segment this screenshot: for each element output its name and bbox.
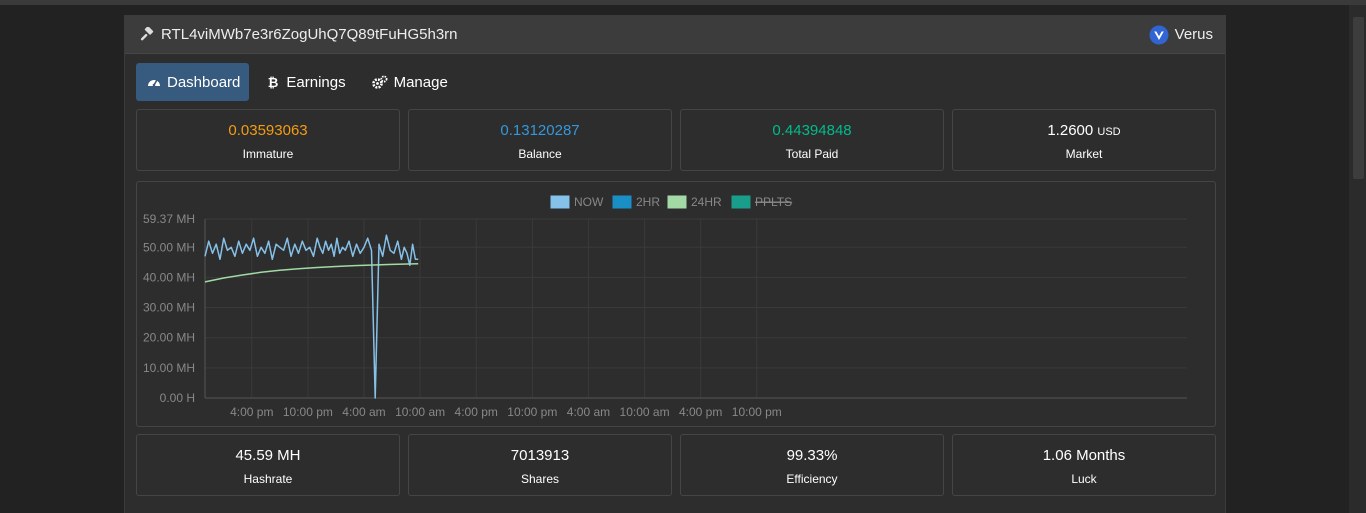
y-tick-label: 30.00 MH — [143, 301, 195, 315]
tab-earnings-label: Earnings — [286, 73, 346, 91]
coin-name-text: Verus — [1174, 26, 1213, 43]
stat-card-balance: 0.13120287 Balance — [408, 109, 672, 171]
stat-card-luck: 1.06 Months Luck — [952, 434, 1216, 496]
market-value: 1.2600 USD — [953, 122, 1215, 139]
legend-label-now: NOW — [574, 195, 604, 209]
scrollbar-thumb[interactable] — [1353, 17, 1364, 179]
balance-amount: 0.13120287 — [500, 122, 580, 139]
coin-name: Verus — [1149, 25, 1213, 45]
luck-label: Luck — [1071, 472, 1097, 486]
svg-text:₿: ₿ — [268, 76, 279, 89]
luck-value: 1.06 Months — [1042, 447, 1126, 464]
page-scrollbar[interactable] — [1349, 5, 1366, 513]
nav-tabs: Dashboard ₿ Earnings Manage — [136, 63, 463, 101]
y-tick-label: 40.00 MH — [143, 270, 195, 284]
y-tick-label: 20.00 MH — [143, 331, 195, 345]
total-paid-amount: 0.44394848 — [772, 122, 852, 139]
gavel-icon — [140, 26, 154, 40]
tab-manage[interactable]: Manage — [361, 63, 457, 101]
immature-amount: 0.03593063 — [228, 122, 308, 139]
total-paid-value: 0.44394848 — [681, 122, 943, 139]
legend-swatch-pplts — [731, 195, 751, 209]
x-tick-label: 4:00 am — [567, 405, 610, 419]
cogs-icon — [371, 75, 388, 89]
market-unit: USD — [1097, 126, 1121, 138]
bitcoin-icon: ₿ — [268, 76, 279, 89]
hashrate-chart-svg: 59.37 MH 50.00 MH 40.00 MH 30.00 MH 20.00 MH… — [143, 195, 1187, 419]
hashrate-value: 45.59 MH — [235, 447, 301, 464]
wallet-address: RTL4viMWb7e3r6ZogUhQ7Q89tFuHG5h3rn — [139, 26, 458, 43]
x-tick-label: 4:00 pm — [455, 405, 498, 419]
top-border — [0, 0, 1366, 5]
total-paid-label: Total Paid — [785, 147, 839, 161]
efficiency-value: 99.33% — [786, 447, 838, 464]
x-tick-label: 10:00 pm — [507, 405, 557, 419]
y-tick-label: 50.00 MH — [143, 240, 195, 254]
immature-value: 0.03593063 — [137, 122, 399, 139]
balance-value: 0.13120287 — [409, 122, 671, 139]
legend-swatch-24hr — [667, 195, 687, 209]
wallet-address-text: RTL4viMWb7e3r6ZogUhQ7Q89tFuHG5h3rn — [161, 26, 458, 43]
x-tick-label: 10:00 pm — [283, 405, 333, 419]
balance-label: Balance — [518, 147, 562, 161]
stat-card-immature: 0.03593063 Immature — [136, 109, 400, 171]
y-tick-label: 59.37 MH — [143, 212, 195, 226]
legend-label-24hr: 24HR — [691, 195, 722, 209]
series-line-now — [204, 234, 419, 399]
x-tick-label: 10:00 am — [620, 405, 670, 419]
y-tick-label: 10.00 MH — [143, 361, 195, 375]
market-amount: 1.2600 — [1047, 122, 1094, 139]
panel-header: RTL4viMWb7e3r6ZogUhQ7Q89tFuHG5h3rn Verus — [125, 16, 1225, 54]
tab-earnings[interactable]: ₿ Earnings — [255, 63, 354, 101]
tachometer-icon — [148, 79, 160, 87]
stat-card-total-paid: 0.44394848 Total Paid — [680, 109, 944, 171]
miner-panel: RTL4viMWb7e3r6ZogUhQ7Q89tFuHG5h3rn Verus… — [124, 15, 1226, 513]
x-tick-label: 4:00 pm — [230, 405, 273, 419]
immature-label: Immature — [242, 147, 294, 161]
stat-card-shares: 7013913 Shares — [408, 434, 672, 496]
efficiency-label: Efficiency — [786, 472, 838, 486]
x-tick-label: 10:00 am — [395, 405, 445, 419]
x-tick-label: 10:00 pm — [732, 405, 782, 419]
tab-dashboard-label: Dashboard — [167, 73, 241, 91]
legend-swatch-now — [550, 195, 570, 209]
hashrate-chart: 59.37 MH 50.00 MH 40.00 MH 30.00 MH 20.00 MH… — [136, 181, 1216, 427]
stat-card-hashrate: 45.59 MH Hashrate — [136, 434, 400, 496]
market-label: Market — [1065, 147, 1103, 161]
x-tick-label: 4:00 pm — [679, 405, 722, 419]
legend-label-2hr: 2HR — [636, 195, 660, 209]
shares-value: 7013913 — [510, 447, 570, 464]
y-tick-label: 0.00 H — [160, 391, 195, 405]
shares-label: Shares — [520, 472, 560, 486]
verus-logo-icon — [1149, 25, 1169, 44]
hashrate-label: Hashrate — [243, 472, 293, 486]
stat-card-market: 1.2600 USD Market — [952, 109, 1216, 171]
tab-dashboard[interactable]: Dashboard — [136, 63, 250, 101]
legend-swatch-2hr — [612, 195, 632, 209]
series-line-24hr — [204, 263, 419, 283]
stat-card-efficiency: 99.33% Efficiency — [680, 434, 944, 496]
x-tick-label: 4:00 am — [342, 405, 385, 419]
tab-manage-label: Manage — [393, 73, 448, 91]
